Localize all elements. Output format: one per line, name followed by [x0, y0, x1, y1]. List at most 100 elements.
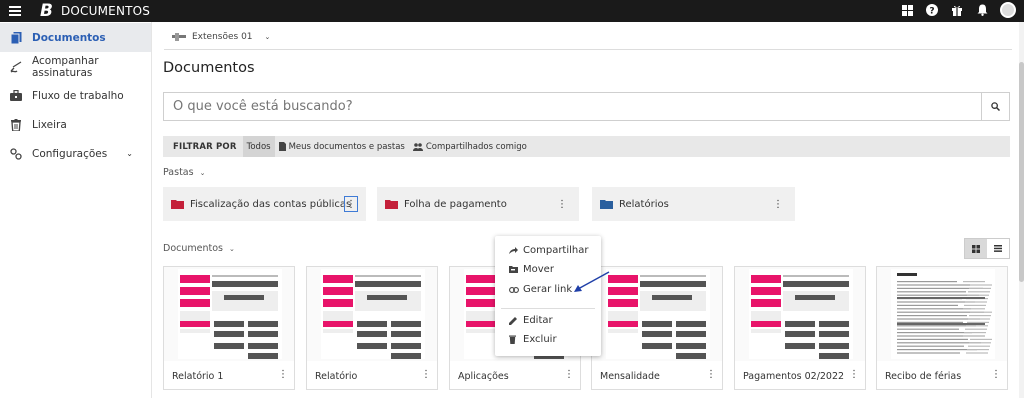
trash-icon: [509, 335, 519, 344]
link-icon: [509, 286, 519, 293]
folder-card[interactable]: Folha de pagamento ⋮: [377, 187, 579, 221]
sidebar-item-configuracoes[interactable]: Configurações ⌄: [0, 139, 151, 168]
divider: [164, 49, 1012, 50]
app-title: DOCUMENTOS: [60, 4, 151, 18]
bell-icon[interactable]: [975, 3, 989, 17]
filter-option-label: Meus documentos e pastas: [288, 141, 405, 152]
hamburger-menu-icon[interactable]: [9, 6, 21, 16]
more-options-icon[interactable]: ⋮: [849, 369, 859, 380]
document-name: Relatório 1: [172, 371, 224, 382]
sidebar-item-label: Fluxo de trabalho: [32, 89, 124, 102]
chevron-down-icon: ⌄: [229, 245, 235, 253]
grid-icon: [972, 244, 980, 253]
more-options-icon[interactable]: ⋮: [555, 196, 569, 212]
page-title: Documentos: [163, 60, 255, 76]
more-options-icon[interactable]: ⋮: [344, 196, 358, 212]
documents-section-toggle[interactable]: Documentos ⌄: [163, 243, 235, 254]
extension-selector[interactable]: Extensões 01 ⌄: [172, 28, 270, 46]
sidebar-item-fluxo-de-trabalho[interactable]: Fluxo de trabalho: [0, 81, 151, 110]
document-icon: [278, 142, 286, 151]
people-icon: [412, 142, 423, 151]
scrollbar-thumb[interactable]: [1019, 62, 1024, 282]
document-thumbnail: [877, 267, 1007, 361]
more-options-icon[interactable]: ⋮: [278, 369, 288, 380]
menu-item-label: Excluir: [523, 334, 557, 345]
app-logo[interactable]: B: [40, 1, 53, 21]
folder-name: Folha de pagamento: [404, 198, 507, 210]
document-name: Relatório: [315, 371, 358, 382]
briefcase-icon: [10, 90, 22, 102]
folder-card[interactable]: Fiscalização das contas públicas ⋮: [163, 187, 366, 221]
gift-icon[interactable]: [950, 3, 964, 17]
filter-bar: FILTRAR POR Todos Meus documentos e past…: [163, 136, 1010, 157]
menu-item-excluir[interactable]: Excluir: [509, 334, 557, 345]
filter-option-compartilhados[interactable]: Compartilhados comigo: [409, 136, 531, 157]
move-folder-icon: [509, 266, 519, 273]
document-name: Aplicações: [458, 371, 509, 382]
sidebar-item-documentos[interactable]: Documentos: [0, 23, 151, 52]
search-icon: [991, 102, 1000, 111]
pencil-icon: [509, 316, 519, 325]
chevron-down-icon: ⌄: [199, 169, 206, 177]
filter-option-todos[interactable]: Todos: [242, 136, 275, 157]
filter-option-meus-documentos[interactable]: Meus documentos e pastas: [275, 136, 409, 157]
scrollbar[interactable]: [1019, 22, 1024, 398]
search-button[interactable]: [981, 93, 1009, 120]
sidebar-item-label: Acompanhar assinaturas: [32, 54, 99, 79]
filter-label: FILTRAR POR: [173, 141, 237, 152]
sidebar-item-acompanhar-assinaturas[interactable]: Acompanhar assinaturas: [0, 52, 151, 81]
help-icon[interactable]: ?: [925, 3, 939, 17]
menu-item-gerar-link[interactable]: Gerar link: [509, 284, 572, 295]
menu-divider: [501, 308, 595, 309]
avatar[interactable]: [1000, 2, 1016, 18]
sidebar-item-lixeira[interactable]: Lixeira: [0, 110, 151, 139]
more-options-icon[interactable]: ⋮: [706, 369, 716, 380]
annotation-arrow-icon: [574, 271, 610, 292]
search-input[interactable]: [164, 93, 981, 120]
document-name: Recibo de férias: [885, 371, 962, 382]
view-toggle: [964, 238, 1010, 259]
folder-icon: [385, 199, 398, 209]
document-card[interactable]: Recibo de férias ⋮: [876, 266, 1008, 390]
document-name: Mensalidade: [600, 371, 660, 382]
filter-option-label: Compartilhados comigo: [425, 141, 527, 152]
svg-text:?: ?: [929, 7, 934, 17]
documents-section-label: Documentos: [163, 243, 223, 254]
search-bar: [163, 92, 1010, 121]
sidebar: Documentos Acompanhar assinaturas Fluxo …: [0, 22, 152, 398]
trash-icon: [10, 118, 22, 131]
folder-context-menu: Compartilhar Mover Gerar link Editar Exc…: [495, 236, 601, 356]
more-options-icon[interactable]: ⋮: [771, 196, 785, 212]
list-icon: [994, 245, 1002, 252]
menu-item-mover[interactable]: Mover: [509, 264, 554, 275]
chevron-down-icon[interactable]: ⌄: [126, 149, 133, 158]
menu-item-compartilhar[interactable]: Compartilhar: [509, 245, 588, 256]
grid-view-button[interactable]: [965, 239, 987, 258]
menu-item-label: Compartilhar: [523, 245, 589, 256]
more-options-icon[interactable]: ⋮: [421, 369, 431, 380]
top-bar-icons: ?: [900, 2, 1016, 18]
document-card[interactable]: Relatório 1 ⋮: [163, 266, 295, 390]
folders-section-toggle[interactable]: Pastas ⌄: [163, 167, 205, 178]
apps-grid-icon[interactable]: [900, 3, 914, 17]
more-options-icon[interactable]: ⋮: [564, 369, 574, 380]
document-card[interactable]: Pagamentos 02/2022 ⋮: [734, 266, 866, 390]
folder-card[interactable]: Relatórios ⋮: [592, 187, 795, 221]
top-bar: B DOCUMENTOS ?: [0, 0, 1024, 22]
document-thumbnail: [307, 267, 437, 361]
sidebar-item-label: Lixeira: [32, 118, 67, 131]
extension-icon: [172, 33, 186, 41]
main-content: Extensões 01 ⌄ Documentos FILTRAR POR To…: [152, 22, 1024, 398]
chevron-down-icon: ⌄: [264, 33, 271, 41]
more-options-icon[interactable]: ⋮: [991, 369, 1001, 380]
document-name: Pagamentos 02/2022: [743, 371, 845, 382]
document-card[interactable]: Relatório ⋮: [306, 266, 438, 390]
menu-item-label: Gerar link: [523, 284, 573, 295]
document-thumbnail: [164, 267, 294, 361]
sidebar-item-label: Configurações: [32, 147, 108, 160]
menu-item-editar[interactable]: Editar: [509, 315, 553, 326]
menu-item-label: Mover: [523, 264, 554, 275]
document-icon: [10, 31, 22, 44]
list-view-button[interactable]: [987, 239, 1009, 258]
document-thumbnail: [735, 267, 865, 361]
